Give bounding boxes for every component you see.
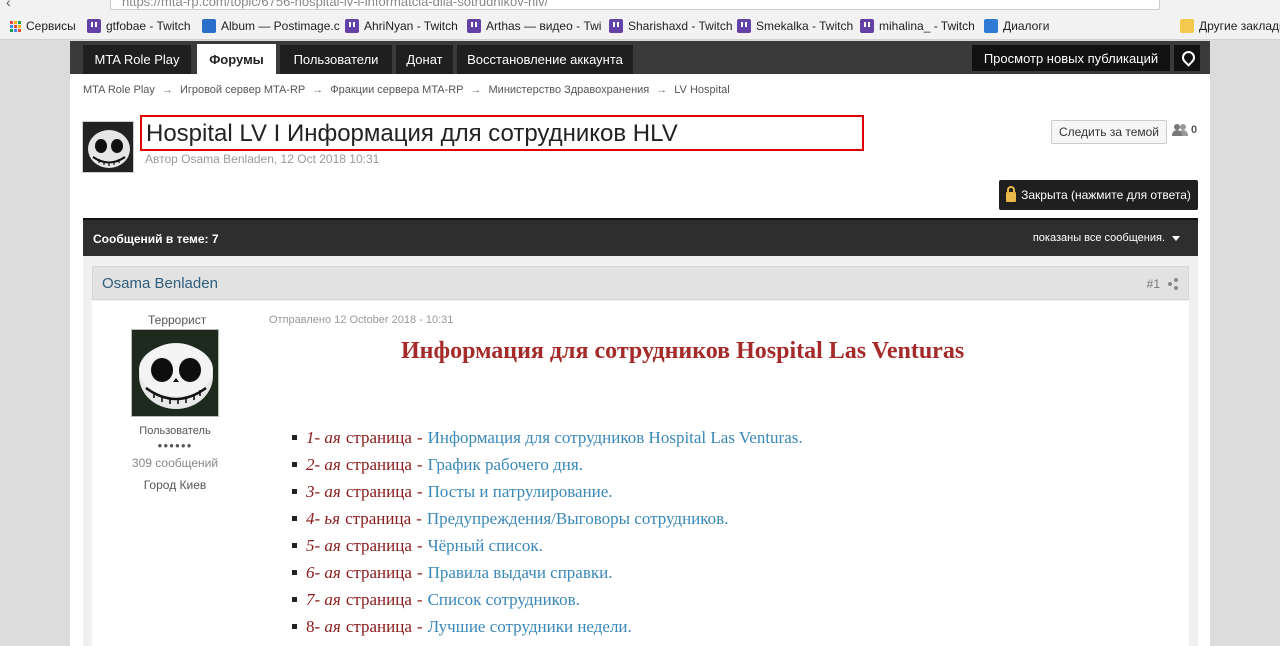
bookmark-other[interactable]: Другие закладк: [1180, 18, 1280, 34]
twitch-icon: [345, 19, 359, 33]
bookmark-gtfobae[interactable]: gtfobae - Twitch: [87, 18, 191, 34]
tab-donate[interactable]: Донат: [396, 45, 453, 74]
breadcrumb: MTA Role Play → Игровой сервер MTA-RP → …: [83, 84, 730, 96]
author-avatar-small[interactable]: [82, 121, 134, 173]
bullet: [292, 489, 297, 494]
page-link[interactable]: Список сотрудников.: [428, 590, 580, 610]
page-link[interactable]: Предупреждения/Выговоры сотрудников.: [427, 509, 729, 529]
list-item: 2 - ая страница - График рабочего дня.: [292, 451, 803, 478]
tab-forums[interactable]: Форумы: [197, 44, 276, 74]
thread-info-bar: Сообщений в теме: 7 показаны все сообщен…: [83, 218, 1198, 256]
topic-meta: Автор Osama Benladen, 12 Oct 2018 10:31: [145, 152, 380, 166]
twitch-icon: [737, 19, 751, 33]
list-item: 7 - ая страница - Список сотрудников.: [292, 586, 803, 613]
post-body: Террорист Пользователь ●●●●●● 309 сообще…: [92, 301, 1189, 646]
lock-icon: [1006, 185, 1017, 202]
postimage-icon: [202, 19, 216, 33]
bullet: [292, 570, 297, 575]
bookmarks-bar: Сервисы gtfobae - Twitch Album — Postima…: [0, 12, 1280, 40]
user-city: Город Киев: [143, 478, 207, 492]
reputation-pips: ●●●●●●: [157, 441, 193, 450]
apps-icon: [10, 20, 21, 32]
bullet: [292, 543, 297, 548]
dialog-icon: [984, 19, 998, 33]
bookmark-postimage[interactable]: Album — Postimage.c: [202, 18, 340, 34]
share-icon[interactable]: [1168, 279, 1178, 289]
post-number[interactable]: #1: [1147, 277, 1160, 291]
twitch-icon: [609, 19, 623, 33]
main-navbar: MTA Role Play Форумы Пользователи Донат …: [70, 41, 1210, 74]
message-count: Сообщений в теме: 7: [93, 232, 219, 246]
page-background: [1210, 41, 1280, 646]
list-item: 6 - ая страница - Правила выдачи справки.: [292, 559, 803, 586]
breadcrumb-arrow-icon: →: [161, 84, 173, 96]
bookmark-dialogs[interactable]: Диалоги: [984, 18, 1049, 34]
list-item: 8 - ая страница - Лучшие сотрудники недели.: [292, 613, 803, 640]
bookmark-arthas[interactable]: Arthas — видео - Twi: [467, 18, 601, 34]
map-pin-icon[interactable]: [1174, 45, 1200, 71]
back-arrow-icon[interactable]: ‹: [6, 0, 11, 10]
breadcrumb-item[interactable]: LV Hospital: [674, 84, 729, 96]
post-author-name[interactable]: Osama Benladen: [102, 275, 218, 292]
twitch-icon: [467, 19, 481, 33]
message-filter-dropdown[interactable]: показаны все сообщения.: [1033, 232, 1180, 244]
list-item: 3 - ая страница - Посты и патрулирование.: [292, 478, 803, 505]
bullet: [292, 462, 297, 467]
followers-count[interactable]: 0: [1172, 124, 1197, 136]
bookmark-sharishaxd[interactable]: Sharishaxd - Twitch: [609, 18, 733, 34]
page-link[interactable]: Посты и патрулирование.: [428, 482, 613, 502]
post-header: Osama Benladen #1: [92, 266, 1189, 300]
content-heading: Информация для сотрудников Hospital Las …: [401, 338, 965, 364]
bookmark-smekalka[interactable]: Smekalka - Twitch: [737, 18, 853, 34]
list-item: 1 - ая страница - Информация для сотруднико…: [292, 424, 803, 451]
user-group: Пользователь: [139, 425, 211, 437]
user-post-count: 309 сообщений: [131, 456, 219, 470]
bookmark-services[interactable]: Сервисы: [10, 18, 76, 34]
page-link[interactable]: Информация для сотрудников Hospital Las …: [428, 428, 803, 448]
page-link[interactable]: Чёрный список.: [428, 536, 543, 556]
bookmark-mihalina[interactable]: mihalina_ - Twitch: [860, 18, 975, 34]
browser-url-bar: ‹ https://mta-rp.com/topic/6756-hospital…: [0, 0, 1280, 12]
content-list: 1 - ая страница - Информация для сотруднико…: [292, 424, 803, 640]
topic-locked-button[interactable]: Закрыта (нажмите для ответа): [999, 180, 1198, 210]
caret-down-icon: [1172, 235, 1180, 241]
list-item: 4 - ья страница - Предупреждения/Выговоры с…: [292, 505, 803, 532]
bullet: [292, 597, 297, 602]
bullet: [292, 624, 297, 629]
page-link[interactable]: Правила выдачи справки.: [428, 563, 613, 583]
breadcrumb-item[interactable]: MTA Role Play: [83, 84, 155, 96]
tab-mta-role-play[interactable]: MTA Role Play: [83, 45, 191, 74]
address-text[interactable]: https://mta-rp.com/topic/6756-hospital-l…: [122, 0, 548, 9]
post: Osama Benladen #1 Террорист Пользователь: [83, 256, 1198, 646]
view-new-posts-button[interactable]: Просмотр новых публикаций: [972, 45, 1170, 71]
breadcrumb-arrow-icon: →: [470, 84, 482, 96]
breadcrumb-item[interactable]: Игровой сервер MTA-RP: [180, 84, 305, 96]
page-link[interactable]: График рабочего дня.: [428, 455, 583, 475]
tab-users[interactable]: Пользователи: [280, 45, 392, 74]
follow-topic-button[interactable]: Следить за темой: [1051, 120, 1167, 144]
breadcrumb-arrow-icon: →: [312, 84, 324, 96]
tab-account-recovery[interactable]: Восстановление аккаунта: [457, 45, 633, 74]
bullet: [292, 516, 297, 521]
forum-page: MTA Role Play Форумы Пользователи Донат …: [70, 41, 1210, 646]
users-icon: [1172, 124, 1188, 136]
post-date: Отправлено 12 October 2018 - 10:31: [269, 314, 454, 326]
twitch-icon: [860, 19, 874, 33]
breadcrumb-arrow-icon: →: [656, 84, 668, 96]
list-item: 5 - ая страница - Чёрный список.: [292, 532, 803, 559]
user-rank: Террорист: [148, 313, 207, 327]
breadcrumb-item[interactable]: Фракции сервера MTA-RP: [330, 84, 463, 96]
author-avatar[interactable]: [131, 329, 219, 417]
folder-icon: [1180, 19, 1194, 33]
page-link[interactable]: Лучшие сотрудники недели.: [428, 617, 632, 637]
twitch-icon: [87, 19, 101, 33]
topic-title: Hospital LV I Информация для сотрудников…: [146, 120, 678, 147]
bookmark-ahrinyan[interactable]: AhriNyan - Twitch: [345, 18, 458, 34]
breadcrumb-item[interactable]: Министерство Здравохранения: [489, 84, 650, 96]
bullet: [292, 435, 297, 440]
